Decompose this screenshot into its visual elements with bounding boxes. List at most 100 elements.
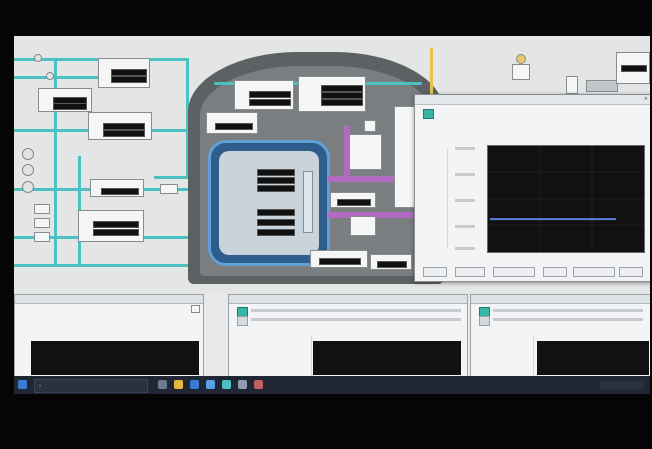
steam-generator[interactable]	[348, 134, 382, 170]
panel-header	[471, 295, 650, 304]
parameter-box[interactable]	[38, 88, 92, 112]
dialog-row[interactable]	[419, 117, 645, 125]
value-display	[111, 76, 147, 83]
row-line	[493, 318, 643, 321]
dialog-button[interactable]	[619, 267, 643, 277]
value-display	[111, 69, 147, 76]
trend-panel[interactable]	[14, 294, 204, 378]
valve-box[interactable]	[34, 204, 50, 214]
yellow-pipe	[430, 48, 433, 98]
search-box[interactable]: ⌕	[34, 379, 148, 393]
indicator-lamp	[516, 54, 526, 64]
value-display	[215, 123, 253, 130]
dialog-button[interactable]	[455, 267, 485, 277]
app-icon[interactable]	[206, 380, 215, 389]
value-display	[257, 177, 295, 184]
y-tick	[455, 173, 475, 176]
close-icon[interactable]: ×	[644, 96, 648, 102]
app-icon[interactable]	[254, 380, 263, 389]
parameter-box[interactable]	[370, 254, 412, 270]
pump-box[interactable]	[350, 216, 376, 236]
value-display	[93, 221, 139, 228]
valve-box[interactable]	[34, 218, 50, 228]
value-display	[321, 99, 363, 106]
trend-panel[interactable]	[228, 294, 468, 378]
system-tray[interactable]	[600, 381, 644, 389]
value-display	[249, 91, 291, 98]
pump-icon[interactable]	[22, 164, 34, 176]
y-tick	[455, 247, 475, 250]
dialog-button[interactable]	[573, 267, 615, 277]
parameter-box[interactable]	[206, 112, 258, 134]
core-panel	[219, 151, 319, 255]
trend-panel[interactable]	[470, 294, 650, 378]
parameter-box[interactable]	[616, 52, 650, 84]
parameter-box[interactable]	[330, 192, 376, 208]
y-tick	[455, 199, 475, 202]
bottom-letterbox	[0, 394, 652, 449]
search-icon: ⌕	[39, 383, 42, 388]
trend-plot[interactable]	[31, 341, 199, 375]
folder-icon[interactable]	[174, 380, 183, 389]
value-display	[337, 199, 371, 206]
app-icon[interactable]	[238, 380, 247, 389]
color-chip-icon[interactable]	[479, 316, 490, 326]
parameter-box[interactable]	[298, 76, 366, 112]
valve-box[interactable]	[160, 184, 178, 194]
tank-icon	[512, 64, 530, 80]
valve-icon[interactable]	[34, 54, 42, 62]
pump-icon[interactable]	[22, 181, 34, 193]
value-display	[321, 85, 363, 92]
parameter-box[interactable]	[98, 58, 150, 88]
trend-plot[interactable]	[487, 145, 645, 253]
monitor-screen: × ⌕	[14, 36, 650, 394]
value-display	[257, 209, 295, 216]
browser-icon[interactable]	[190, 380, 199, 389]
y-axis-labels	[455, 147, 485, 251]
value-display	[103, 130, 145, 137]
valve-icon[interactable]	[46, 72, 54, 80]
trend-plot[interactable]	[313, 341, 461, 375]
valve-box[interactable]	[34, 232, 50, 242]
parameter-box[interactable]	[90, 179, 144, 197]
start-icon[interactable]	[18, 380, 27, 389]
pump-icon[interactable]	[22, 148, 34, 160]
value-display	[257, 229, 295, 236]
valve-box[interactable]	[364, 120, 376, 132]
value-display	[377, 261, 407, 268]
dialog-button[interactable]	[423, 267, 447, 277]
value-display	[93, 229, 139, 236]
trend-plot[interactable]	[537, 341, 649, 375]
row-line	[493, 309, 643, 312]
value-display	[321, 92, 363, 99]
tank-icon	[566, 76, 578, 94]
level-gauge	[303, 171, 313, 233]
lower-trend-area	[14, 294, 650, 378]
trend-dialog[interactable]: ×	[414, 94, 650, 282]
dialog-button[interactable]	[543, 267, 567, 277]
left-scale	[483, 335, 534, 375]
dialog-row[interactable]	[419, 109, 645, 119]
video-frame: × ⌕	[0, 0, 652, 449]
parameter-box[interactable]	[78, 210, 144, 242]
row-line	[251, 318, 461, 321]
left-scale	[241, 335, 312, 375]
value-display	[249, 99, 291, 106]
dialog-button[interactable]	[493, 267, 535, 277]
value-display	[103, 123, 145, 130]
parameter-box[interactable]	[88, 112, 152, 140]
color-chip-icon[interactable]	[237, 316, 248, 326]
dialog-titlebar[interactable]: ×	[415, 95, 650, 105]
task-view-icon[interactable]	[158, 380, 167, 389]
parameter-box[interactable]	[310, 250, 368, 268]
trend-plot-svg	[488, 146, 644, 252]
value-display	[621, 65, 647, 72]
value-display	[53, 103, 87, 110]
panel-header	[15, 295, 203, 304]
close-icon[interactable]	[191, 305, 200, 313]
top-letterbox	[0, 0, 652, 36]
reactor-vessel	[208, 140, 330, 266]
app-icon[interactable]	[222, 380, 231, 389]
parameter-box[interactable]	[234, 80, 294, 110]
panel-header	[229, 295, 467, 304]
